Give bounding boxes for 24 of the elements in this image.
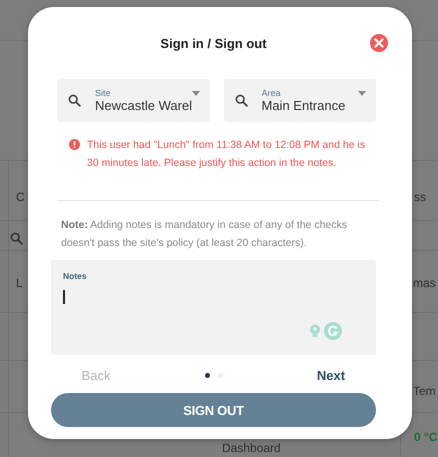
- table-text: C: [16, 190, 25, 204]
- table-text: Dashboard: [222, 441, 281, 455]
- warning-message: This user had "Lunch" from 11:38 AM to 12:08 PM and he is 30 minutes late. Please justify this action in the notes.: [87, 138, 366, 171]
- search-icon: [234, 94, 248, 107]
- next-button[interactable]: Next: [286, 368, 376, 382]
- alert-icon: [69, 139, 80, 150]
- dialog-title: Sign in / Sign out: [160, 36, 267, 50]
- table-text: L: [16, 276, 23, 290]
- close-button[interactable]: [370, 34, 388, 52]
- table-text: Tem: [413, 384, 436, 398]
- sign-out-button[interactable]: SIGN OUT: [51, 393, 376, 427]
- table-text: ss: [414, 190, 426, 204]
- table-text: mas: [413, 276, 436, 290]
- caret-icon: [192, 91, 200, 96]
- caret-icon: [358, 91, 366, 96]
- lightbulb-icon: [309, 324, 321, 338]
- select-field[interactable]: Site Newcastle Warel: [57, 79, 210, 122]
- search-icon: [68, 94, 81, 107]
- notes-field[interactable]: Notes: [51, 260, 376, 355]
- note-text: Note: Adding notes is mandatory in case of any of the checks doesn't pass the site's policy (at least 20 characters).: [61, 218, 348, 251]
- grammar-check-icon[interactable]: [324, 322, 342, 340]
- search-icon: [10, 232, 23, 245]
- temperature-value: 0 °C: [414, 430, 438, 444]
- select-field[interactable]: Area Main Entrance: [224, 79, 376, 122]
